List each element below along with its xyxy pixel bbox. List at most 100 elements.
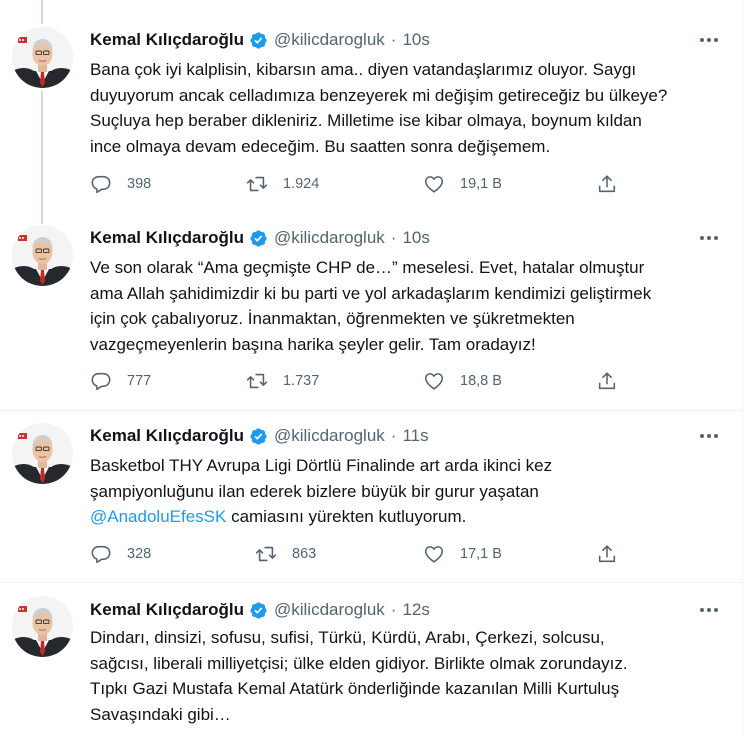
separator-dot: · xyxy=(390,228,397,247)
retweet-icon xyxy=(246,373,268,389)
reply-bubble-icon xyxy=(91,175,111,194)
more-dots-icon xyxy=(700,434,718,438)
tweet-text-line: ama Allah şahidimizdir ki bu parti ve yo… xyxy=(90,283,652,303)
retweet-count: 863 xyxy=(292,546,317,562)
more-dots-icon xyxy=(700,236,718,240)
share-button[interactable] xyxy=(596,172,618,196)
retweet-button[interactable]: 1.924 xyxy=(246,172,319,196)
more-options-button[interactable] xyxy=(698,600,720,620)
timestamp[interactable]: 10s xyxy=(402,228,429,248)
like-count: 19,1 B xyxy=(460,176,502,192)
verified-badge-icon xyxy=(250,601,267,619)
author-handle[interactable]: @kilicdarogluk xyxy=(274,30,385,50)
share-upload-icon xyxy=(598,175,616,193)
tweet-text-line: vazgeçmeyenlerin başına harika şeyler ge… xyxy=(90,334,536,354)
thread-line-top xyxy=(41,216,43,224)
tweet[interactable]: Kemal Kılıçdaroğlu @kilicdarogluk · 10s … xyxy=(0,0,742,216)
retweet-button[interactable]: 863 xyxy=(255,542,316,566)
share-button[interactable] xyxy=(596,542,618,566)
separator-dot: · xyxy=(390,426,397,445)
verified-badge-icon xyxy=(250,229,267,247)
more-dots-icon xyxy=(700,608,718,612)
tweet-text-line: Tıpkı Gazi Mustafa Kemal Atatürk önderli… xyxy=(90,679,620,698)
more-options-button[interactable] xyxy=(698,30,720,50)
tweet-actions: 777 1.737 18,8 B xyxy=(90,369,650,393)
tweet-text-line: duyuyorum ancak celladımıza benzeyerek m… xyxy=(90,85,668,105)
author-handle[interactable]: @kilicdarogluk xyxy=(274,228,385,248)
share-upload-icon xyxy=(598,372,616,390)
tweet-actions: 328 863 17,1 B xyxy=(90,542,650,566)
tweet-text-line: için çok çabalıyoruz. İnanmaktan, öğrenm… xyxy=(90,309,575,328)
avatar[interactable] xyxy=(12,225,73,286)
thread-line-top xyxy=(41,0,43,24)
timestamp[interactable]: 11s xyxy=(402,426,428,446)
reply-count: 777 xyxy=(127,373,152,389)
separator-dot: · xyxy=(390,30,397,49)
avatar[interactable] xyxy=(12,423,73,484)
like-count: 18,8 B xyxy=(460,373,502,389)
like-button[interactable]: 18,8 B xyxy=(423,369,502,393)
author-name[interactable]: Kemal Kılıçdaroğlu xyxy=(90,228,244,248)
author-handle[interactable]: @kilicdarogluk xyxy=(274,600,385,620)
more-options-button[interactable] xyxy=(698,228,720,248)
reply-button[interactable]: 398 xyxy=(90,172,151,196)
timeline: Kemal Kılıçdaroğlu @kilicdarogluk · 10s … xyxy=(0,0,743,736)
tweet-text: Basketbol THY Avrupa Ligi Dörtlü Finalin… xyxy=(90,453,730,530)
tweet-text-line: @AnadoluEfesSK camiasını yürekten kutluy… xyxy=(90,504,730,530)
tweet-actions: 398 1.924 19,1 B xyxy=(90,172,650,196)
heart-icon xyxy=(424,373,444,390)
like-button[interactable]: 17,1 B xyxy=(423,542,502,566)
tweet-header: Kemal Kılıçdaroğlu @kilicdarogluk · 10s xyxy=(90,227,430,249)
tweet-text-line: Ve son olarak “Ama geçmişte CHP de…” mes… xyxy=(90,258,645,277)
tweet[interactable]: Kemal Kılıçdaroğlu @kilicdarogluk · 10s … xyxy=(0,216,742,410)
reply-count: 398 xyxy=(127,176,152,192)
tweet[interactable]: Kemal Kılıçdaroğlu @kilicdarogluk · 12s … xyxy=(0,583,742,736)
tweet[interactable]: Kemal Kılıçdaroğlu @kilicdarogluk · 11s … xyxy=(0,411,742,582)
reply-bubble-icon xyxy=(91,372,111,391)
tweet-text-line: Bana çok iyi kalplisin, kibarsın ama.. d… xyxy=(90,60,637,79)
author-name[interactable]: Kemal Kılıçdaroğlu xyxy=(90,600,244,620)
tweet-header: Kemal Kılıçdaroğlu @kilicdarogluk · 12s xyxy=(90,599,430,621)
like-count: 17,1 B xyxy=(460,546,502,562)
retweet-count: 1.737 xyxy=(283,373,320,389)
retweet-count: 1.924 xyxy=(283,176,320,192)
tweet-text: Dindarı, dinsizi, sofusu, sufisi, Türkü,… xyxy=(90,625,730,727)
share-upload-icon xyxy=(598,545,616,563)
reply-count: 328 xyxy=(127,546,152,562)
reply-bubble-icon xyxy=(91,545,111,564)
verified-badge-icon xyxy=(250,427,267,445)
retweet-button[interactable]: 1.737 xyxy=(246,369,319,393)
reply-button[interactable]: 328 xyxy=(90,542,151,566)
thread-line xyxy=(41,91,43,216)
author-name[interactable]: Kemal Kılıçdaroğlu xyxy=(90,426,244,446)
more-dots-icon xyxy=(700,38,718,42)
retweet-icon xyxy=(246,176,268,192)
like-button[interactable]: 19,1 B xyxy=(423,172,502,196)
timestamp[interactable]: 12s xyxy=(402,600,429,620)
author-handle[interactable]: @kilicdarogluk xyxy=(274,426,385,446)
more-options-button[interactable] xyxy=(698,426,720,446)
mention-link[interactable]: @AnadoluEfesSK xyxy=(90,507,226,526)
reply-button[interactable]: 777 xyxy=(90,369,151,393)
tweet-text: Ve son olarak “Ama geçmişte CHP de…” mes… xyxy=(90,255,730,357)
retweet-icon xyxy=(255,546,277,562)
share-button[interactable] xyxy=(596,369,618,393)
tweet-text-line: ince olmaya devam edeceğim. Bu saatten s… xyxy=(90,136,551,156)
verified-badge-icon xyxy=(250,31,267,49)
tweet-header: Kemal Kılıçdaroğlu @kilicdarogluk · 10s xyxy=(90,29,430,51)
heart-icon xyxy=(424,176,444,193)
tweet-text-line: Dindarı, dinsizi, sofusu, sufisi, Türkü,… xyxy=(90,628,605,647)
tweet-header: Kemal Kılıçdaroğlu @kilicdarogluk · 11s xyxy=(90,425,429,447)
tweet-text-fragment: camiasını yürekten kutluyorum. xyxy=(226,507,467,526)
avatar[interactable] xyxy=(12,596,73,657)
timestamp[interactable]: 10s xyxy=(402,30,429,50)
avatar[interactable] xyxy=(12,27,73,88)
tweet-text-line: şampiyonluğunu ilan ederek bizlere büyük… xyxy=(90,481,539,501)
heart-icon xyxy=(424,546,444,563)
separator-dot: · xyxy=(390,600,397,619)
author-name[interactable]: Kemal Kılıçdaroğlu xyxy=(90,30,244,50)
tweet-text-line: Savaşındaki gibi… xyxy=(90,704,231,724)
tweet-text-line: Basketbol THY Avrupa Ligi Dörtlü Finalin… xyxy=(90,456,553,475)
tweet-text-line: Suçluya hep beraber dikleniriz. Milletim… xyxy=(90,111,642,130)
tweet-text-line: sağcısı, liberali milliyetçisi; ülke eld… xyxy=(90,653,628,673)
